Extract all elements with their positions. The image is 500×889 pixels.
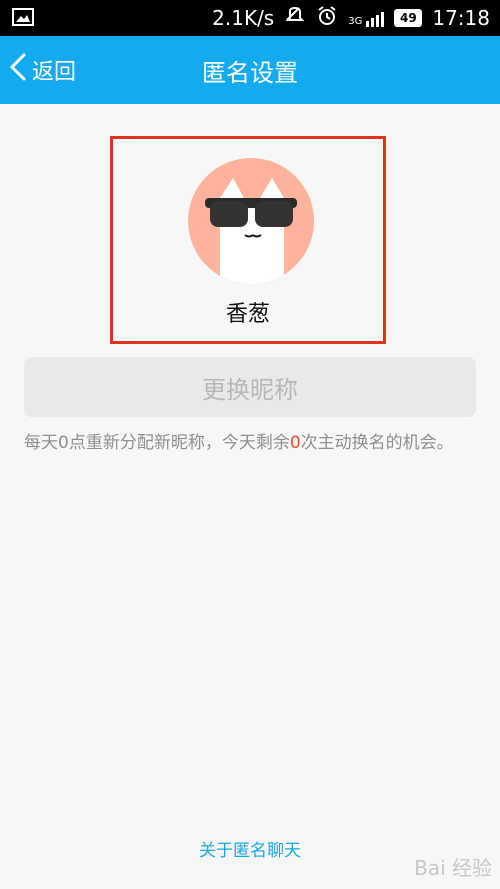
mute-icon [284,5,306,32]
change-nickname-button[interactable]: 更换昵称 [24,357,476,417]
remaining-count: 0 [289,433,301,453]
hint-text-before: 每天0点重新分配新昵称，今天剩余 [24,433,290,453]
watermark: Bai 经验 [414,856,492,880]
page-title: 匿名设置 [202,58,298,87]
nickname: 香葱 [225,302,270,327]
clock: 17:18 [432,6,490,30]
battery-level: 49 [394,9,423,27]
nickname-hint: 每天0点重新分配新昵称，今天剩余0次主动换名的机会。 [24,430,476,456]
avatar [188,158,314,284]
network-speed: 2.1K/s [212,6,275,30]
status-bar: 2.1K/s 3G 49 17:18 [0,0,500,36]
signal-icon: 3G [348,9,385,27]
network-type-label: 3G [348,16,363,27]
gallery-icon [12,8,34,26]
top-navbar: 返回 匿名设置 [0,36,500,104]
hint-text-after: 次主动换名的机会。 [300,433,454,453]
alarm-icon [316,5,338,32]
